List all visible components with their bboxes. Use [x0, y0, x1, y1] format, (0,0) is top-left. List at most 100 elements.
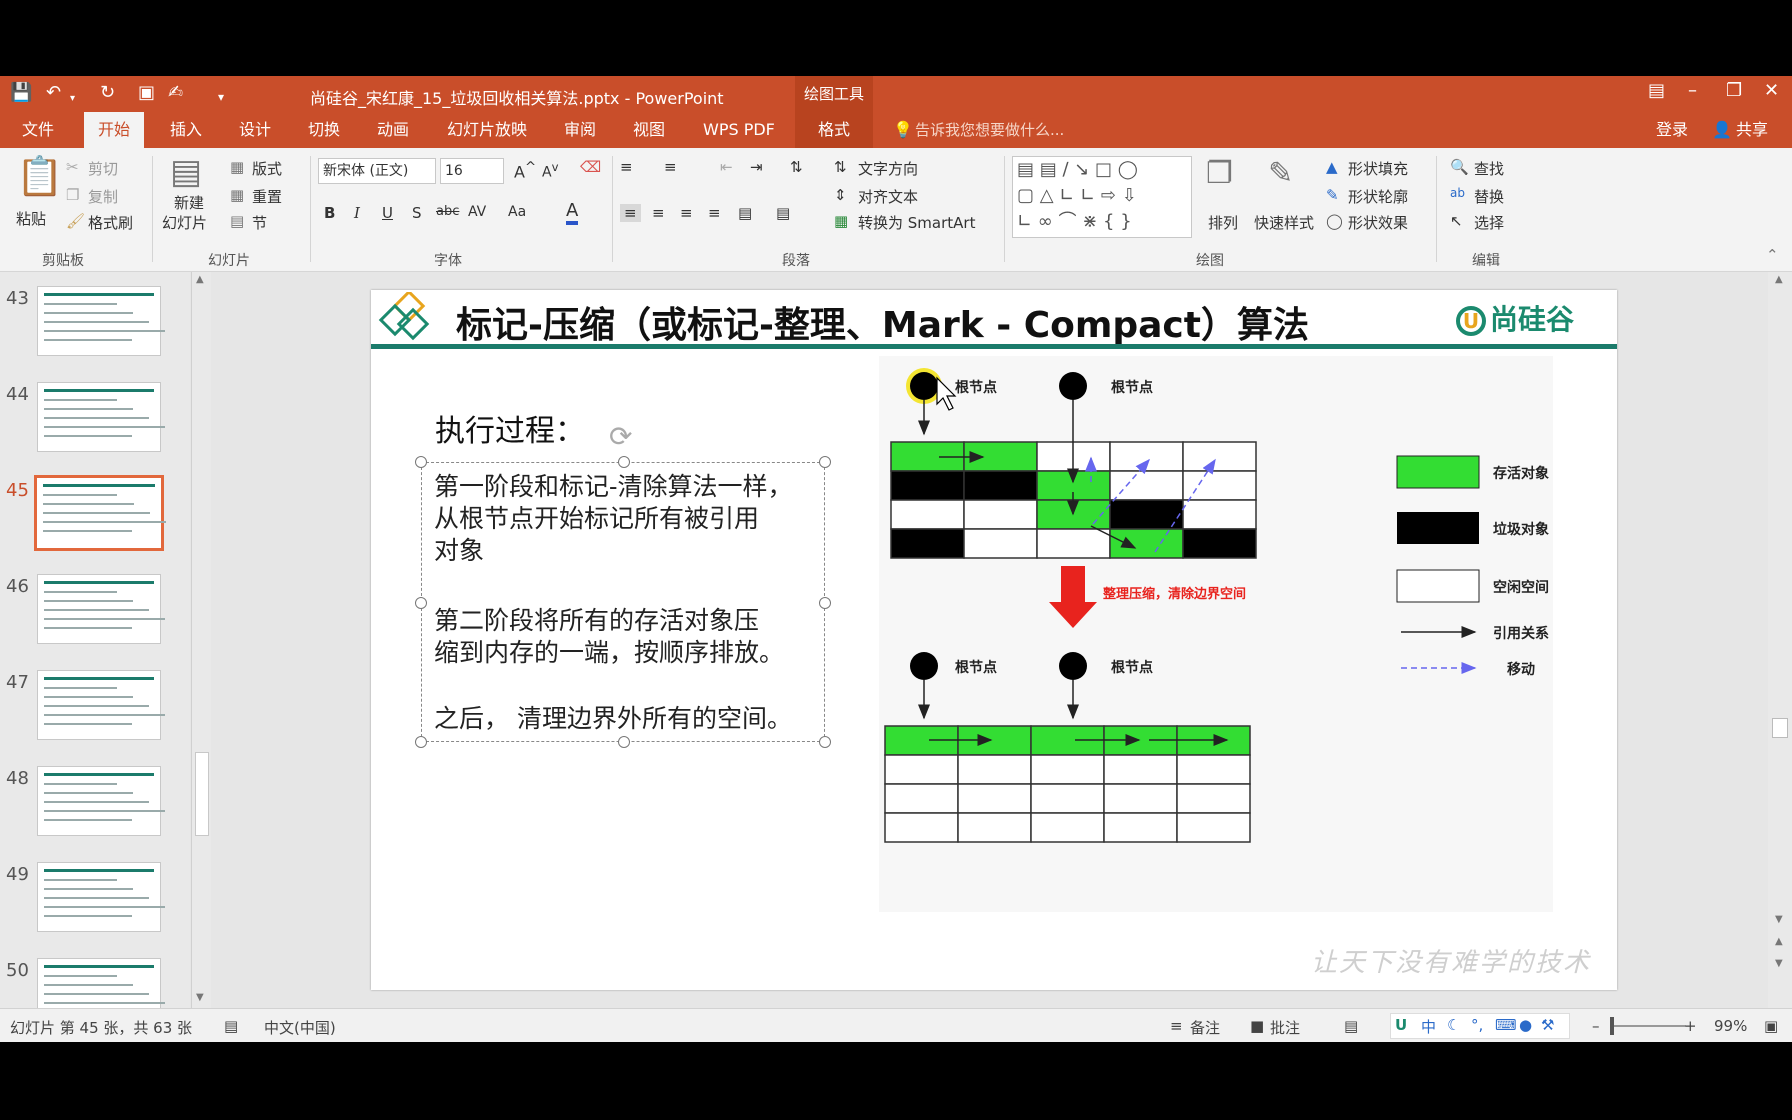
- restore-icon[interactable]: ❐: [1726, 80, 1742, 101]
- slide-thumbnail[interactable]: [37, 670, 165, 740]
- spellcheck-icon[interactable]: ▤: [224, 1017, 238, 1035]
- thumbnail-scroll-thumb[interactable]: [195, 752, 209, 836]
- selected-textbox[interactable]: 第一阶段和标记-清除算法一样， 从根节点开始标记所有被引用 对象 第二阶段将所有…: [415, 456, 831, 748]
- user-icon[interactable]: ●: [1519, 1016, 1532, 1034]
- resize-handle[interactable]: [819, 597, 831, 609]
- prev-slide-icon[interactable]: ▲: [1775, 936, 1783, 947]
- quick-styles-button[interactable]: 快速样式: [1254, 212, 1314, 233]
- arrange-button[interactable]: 排列: [1208, 212, 1238, 233]
- bold-icon[interactable]: B: [324, 204, 335, 222]
- fit-slide-icon[interactable]: ▣: [1764, 1017, 1778, 1035]
- moon-icon[interactable]: ☾: [1447, 1016, 1460, 1034]
- resize-handle[interactable]: [618, 456, 630, 468]
- reset-button[interactable]: 重置: [252, 186, 282, 207]
- italic-icon[interactable]: I: [354, 204, 360, 222]
- resize-handle[interactable]: [819, 456, 831, 468]
- tab-review[interactable]: 审阅: [564, 112, 596, 148]
- shadow-icon[interactable]: S: [412, 204, 422, 222]
- layout-icon[interactable]: ▦: [230, 158, 244, 176]
- replace-icon[interactable]: ab: [1450, 186, 1465, 200]
- align-text-icon[interactable]: ⇕: [834, 186, 847, 204]
- scroll-up-icon[interactable]: ▲: [1775, 274, 1783, 285]
- tab-view[interactable]: 视图: [633, 112, 665, 148]
- select-icon[interactable]: ↖: [1450, 212, 1463, 230]
- decrease-indent-icon[interactable]: ⇤: [720, 158, 733, 176]
- select-button[interactable]: 选择: [1474, 212, 1504, 233]
- align-center-icon[interactable]: ≡: [652, 204, 665, 222]
- undo-dropdown-icon[interactable]: ▾: [70, 88, 75, 110]
- notes-button[interactable]: 备注: [1190, 1017, 1220, 1038]
- smartart-icon[interactable]: ▦: [834, 212, 848, 230]
- align-right-icon[interactable]: ≡: [680, 204, 693, 222]
- new-slide-button[interactable]: 新建: [174, 192, 204, 213]
- replace-button[interactable]: 替换: [1474, 186, 1504, 207]
- save-icon[interactable]: 💾: [10, 82, 32, 104]
- shapes-gallery[interactable]: ▤ ▤ ∕ ↘ □ ◯ ▢ △ ∟ ∟ ⇨ ⇩ ∟ ∞ ⌒ ⋇ { }: [1012, 156, 1192, 238]
- section-button[interactable]: 节: [252, 212, 267, 233]
- ime-toolbar[interactable]: U 中 ☾ °, ⌨ ● ⚒: [1390, 1013, 1570, 1039]
- ime-logo-icon[interactable]: U: [1395, 1016, 1407, 1034]
- vertical-scrollbar[interactable]: ▲ ▼ ▲ ▼: [1768, 272, 1792, 1008]
- punctuation-icon[interactable]: °,: [1471, 1016, 1483, 1034]
- zoom-slider[interactable]: [1610, 1017, 1686, 1035]
- normal-view-icon[interactable]: ▤: [1344, 1017, 1358, 1035]
- paragraph-3[interactable]: 之后， 清理边界外所有的空间。: [434, 703, 792, 735]
- find-button[interactable]: 查找: [1474, 158, 1504, 179]
- format-painter-icon[interactable]: 🖌: [66, 212, 85, 230]
- new-slide-label2[interactable]: 幻灯片: [162, 212, 207, 233]
- paragraph-1[interactable]: 第一阶段和标记-清除算法一样， 从根节点开始标记所有被引用 对象: [434, 471, 792, 567]
- collapse-ribbon-icon[interactable]: ⌃: [1766, 246, 1779, 264]
- tab-home[interactable]: 开始: [84, 112, 145, 148]
- shrink-font-icon[interactable]: Av: [542, 160, 558, 181]
- share-button[interactable]: 共享: [1736, 112, 1768, 148]
- slide-count-status[interactable]: 幻灯片 第 45 张，共 63 张: [10, 1017, 192, 1038]
- cut-icon[interactable]: ✂: [66, 158, 79, 176]
- slide-thumbnail[interactable]: [37, 574, 165, 644]
- vertical-scroll-thumb[interactable]: [1772, 718, 1788, 738]
- layout-button[interactable]: 版式: [252, 158, 282, 179]
- zoom-level[interactable]: 99%: [1714, 1017, 1747, 1035]
- numbering-icon[interactable]: ≡: [664, 158, 677, 176]
- paragraph-2[interactable]: 第二阶段将所有的存活对象压 缩到内存的一端，按顺序排放。: [434, 605, 784, 669]
- next-slide-icon[interactable]: ▼: [1775, 958, 1783, 969]
- rotate-handle-icon[interactable]: ⟳: [609, 420, 632, 453]
- zoom-out-icon[interactable]: –: [1592, 1017, 1600, 1035]
- new-slide-icon[interactable]: ▤: [170, 152, 202, 192]
- bullets-icon[interactable]: ≡: [620, 158, 633, 176]
- comments-button[interactable]: 批注: [1270, 1017, 1300, 1038]
- keyboard-icon[interactable]: ⌨: [1495, 1016, 1517, 1034]
- tab-file[interactable]: 文件: [22, 112, 54, 148]
- section-icon[interactable]: ▤: [230, 212, 244, 230]
- line-spacing-icon[interactable]: ⇅: [790, 158, 803, 176]
- shape-effects-icon[interactable]: ◯: [1326, 212, 1343, 230]
- tab-animations[interactable]: 动画: [377, 112, 409, 148]
- tab-slideshow[interactable]: 幻灯片放映: [447, 112, 527, 148]
- tab-transitions[interactable]: 切换: [308, 112, 340, 148]
- resize-handle[interactable]: [415, 597, 427, 609]
- text-direction-button[interactable]: 文字方向: [858, 158, 918, 179]
- undo-icon[interactable]: ↶: [46, 82, 61, 104]
- format-painter-button[interactable]: 格式刷: [88, 212, 133, 233]
- justify-icon[interactable]: ≡: [708, 204, 721, 222]
- char-spacing-icon[interactable]: AV: [468, 204, 486, 220]
- zoom-slider-thumb[interactable]: [1610, 1017, 1614, 1035]
- paste-icon[interactable]: 📋: [16, 154, 63, 199]
- slide-thumbnail[interactable]: [37, 862, 165, 932]
- columns-icon[interactable]: ▤: [776, 204, 790, 222]
- presentation-icon[interactable]: ▣: [138, 82, 155, 104]
- scroll-down-icon[interactable]: ▼: [1775, 914, 1783, 925]
- shape-outline-icon[interactable]: ✎: [1326, 186, 1339, 204]
- strikethrough-icon[interactable]: abc: [436, 204, 459, 219]
- wrench-icon[interactable]: ⚒: [1541, 1016, 1554, 1034]
- exec-process-label[interactable]: 执行过程：: [435, 406, 585, 450]
- copy-icon[interactable]: ❐: [66, 186, 79, 204]
- language-status[interactable]: 中文(中国): [264, 1017, 336, 1038]
- thumbnail-scrollbar[interactable]: ▲ ▼: [191, 272, 211, 1008]
- font-color-icon[interactable]: A: [566, 200, 579, 225]
- font-name-select[interactable]: 新宋体 (正文): [318, 158, 436, 184]
- slide-thumbnail[interactable]: [34, 475, 166, 551]
- tab-design[interactable]: 设计: [239, 112, 271, 148]
- slide-thumbnail[interactable]: [37, 286, 165, 356]
- shape-fill-icon[interactable]: ▲: [1326, 158, 1338, 176]
- resize-handle[interactable]: [415, 456, 427, 468]
